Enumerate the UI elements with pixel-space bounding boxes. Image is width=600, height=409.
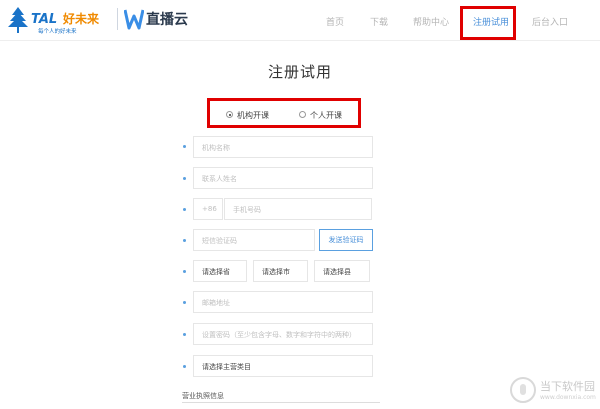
sms-code-placeholder: 短信验证码: [202, 237, 237, 245]
page-title: 注册试用: [267, 63, 332, 81]
required-dot: [183, 333, 186, 336]
category-select-label: 请选择主营类目: [202, 363, 251, 371]
org-name-input[interactable]: 机构名称: [193, 136, 373, 158]
watermark-title: 当下软件园: [540, 380, 595, 393]
logo-divider: [117, 8, 118, 30]
header-divider: [0, 40, 600, 41]
city-select-label: 请选择市: [262, 268, 290, 276]
required-dot: [183, 145, 186, 148]
city-select[interactable]: 请选择市: [253, 260, 308, 282]
tal-logo[interactable]: TAL 好未来 每个人的好未来: [8, 5, 118, 35]
radio-personal-course[interactable]: 个人开课: [299, 110, 342, 121]
nav-highlight-box: [460, 6, 516, 40]
zbc-w-icon: [124, 9, 144, 30]
section-divider: [182, 402, 380, 403]
nav-admin-entry[interactable]: 后台入口: [532, 15, 568, 28]
county-select-label: 请选择县: [323, 268, 351, 276]
nav-home[interactable]: 首页: [326, 15, 344, 28]
tal-tree-icon: [8, 7, 28, 33]
required-dot: [183, 177, 186, 180]
phone-placeholder: 手机号码: [233, 206, 261, 214]
zbc-name: 直播云: [146, 12, 188, 28]
watermark-url: www.downxia.com: [540, 394, 596, 401]
required-dot: [183, 208, 186, 211]
phone-prefix-value: +86: [202, 205, 217, 213]
required-dot: [183, 270, 186, 273]
contact-name-placeholder: 联系人姓名: [202, 175, 237, 183]
email-placeholder: 邮箱地址: [202, 299, 230, 307]
province-select-label: 请选择省: [202, 268, 230, 276]
radio-person-label: 个人开课: [310, 111, 342, 120]
send-code-button[interactable]: 发送验证码: [319, 229, 373, 251]
province-select[interactable]: 请选择省: [193, 260, 247, 282]
category-select[interactable]: 请选择主营类目: [193, 355, 373, 377]
contact-name-input[interactable]: 联系人姓名: [193, 167, 373, 189]
phone-input[interactable]: 手机号码: [224, 198, 372, 220]
zbc-logo[interactable]: 直播云: [124, 6, 194, 34]
radio-selected-icon[interactable]: [226, 111, 233, 118]
radio-org-label: 机构开课: [237, 111, 269, 120]
license-section-title: 营业执照信息: [182, 392, 224, 400]
required-dot: [183, 239, 186, 242]
required-dot: [183, 365, 186, 368]
nav-help-center[interactable]: 帮助中心: [413, 15, 449, 28]
tal-text: TAL: [31, 12, 57, 27]
site-header: TAL 好未来 每个人的好未来 直播云 首页 下载 帮助中心 注册试用 后台入口: [0, 0, 600, 40]
email-input[interactable]: 邮箱地址: [193, 291, 373, 313]
password-input[interactable]: 设置密码（至少包含字母、数字和字符中的两种）: [193, 323, 373, 345]
watermark: 当下软件园 www.downxia.com: [510, 377, 598, 405]
nav-download[interactable]: 下载: [370, 15, 388, 28]
radio-org-course[interactable]: 机构开课: [226, 110, 269, 121]
tal-slogan: 每个人的好未来: [38, 27, 77, 35]
tal-cn-text: 好未来: [62, 11, 100, 26]
radio-unselected-icon[interactable]: [299, 111, 306, 118]
watermark-logo-icon: [510, 377, 536, 403]
required-dot: [183, 301, 186, 304]
phone-prefix-select[interactable]: +86: [193, 198, 223, 220]
sms-code-input[interactable]: 短信验证码: [193, 229, 315, 251]
county-select[interactable]: 请选择县: [314, 260, 370, 282]
org-name-placeholder: 机构名称: [202, 144, 230, 152]
password-placeholder: 设置密码（至少包含字母、数字和字符中的两种）: [202, 331, 356, 339]
